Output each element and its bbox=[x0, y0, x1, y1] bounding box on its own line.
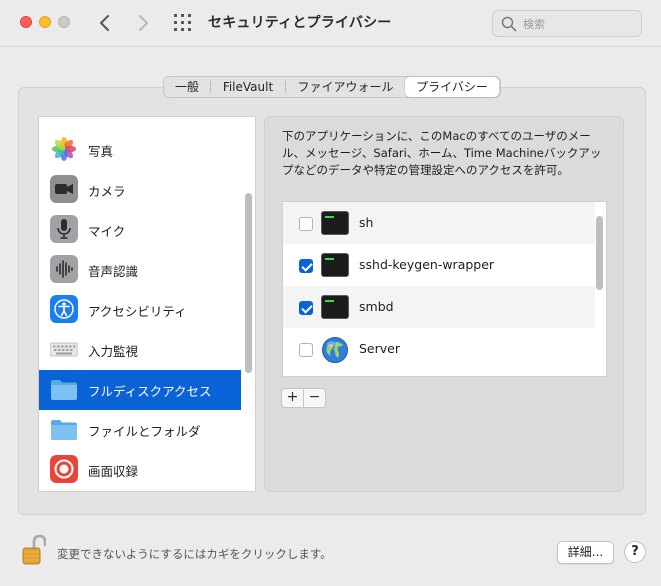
chevron-left-icon bbox=[100, 15, 109, 31]
terminal-icon bbox=[321, 295, 349, 319]
sidebar-item-accessibility[interactable]: アクセシビリティ bbox=[39, 290, 241, 330]
list-item[interactable] bbox=[39, 116, 241, 117]
add-app-button[interactable]: + bbox=[282, 389, 303, 407]
microphone-icon bbox=[50, 215, 78, 243]
table-row[interactable]: smbd bbox=[283, 286, 595, 328]
close-button[interactable] bbox=[20, 16, 32, 28]
remove-app-button[interactable]: − bbox=[304, 389, 325, 407]
sidebar-item-label: 画面収録 bbox=[88, 464, 139, 479]
folder-icon bbox=[51, 380, 77, 400]
sidebar-item-label: マイク bbox=[88, 224, 126, 239]
sidebar-item-label: 写真 bbox=[88, 144, 114, 159]
accessibility-icon bbox=[50, 295, 78, 323]
sidebar-item-full-disk-access[interactable]: フルディスクアクセス bbox=[39, 370, 241, 410]
sidebar-item-microphone[interactable]: マイク bbox=[39, 210, 241, 250]
table-row[interactable]: sshd-keygen-wrapper bbox=[283, 244, 595, 286]
app-checkbox[interactable] bbox=[299, 301, 313, 315]
table-row[interactable]: sh bbox=[283, 202, 595, 244]
lock-message: 変更できないようにするにはカギをクリックします。 bbox=[57, 547, 332, 561]
forward-button[interactable] bbox=[131, 10, 155, 36]
sidebar-item-label: カメラ bbox=[88, 184, 126, 199]
search-icon bbox=[501, 16, 517, 32]
sidebar-item-camera[interactable]: カメラ bbox=[39, 170, 241, 210]
lock-icon[interactable] bbox=[22, 534, 46, 566]
search-field[interactable]: 検索 bbox=[492, 10, 642, 37]
app-name: Server bbox=[359, 341, 400, 356]
sidebar-item-input-monitoring[interactable]: 入力監視 bbox=[39, 330, 241, 370]
help-button[interactable]: ? bbox=[624, 541, 646, 563]
tab-general[interactable]: 一般 bbox=[164, 77, 210, 97]
globe-icon bbox=[322, 337, 348, 363]
speech-recognition-icon bbox=[50, 255, 78, 283]
camera-icon bbox=[50, 175, 78, 203]
app-checkbox[interactable] bbox=[299, 343, 313, 357]
app-name: smbd bbox=[359, 299, 394, 314]
sidebar-item-label: ファイルとフォルダ bbox=[88, 424, 201, 439]
app-list[interactable]: sh sshd-keygen-wrapper smbd Server bbox=[282, 201, 607, 377]
window-title: セキュリティとプライバシー bbox=[208, 15, 392, 31]
table-row[interactable]: Server bbox=[283, 328, 595, 370]
sidebar-item-photos[interactable]: 写真 bbox=[39, 130, 241, 170]
details-button[interactable]: 詳細... bbox=[557, 541, 614, 564]
title-bar: セキュリティとプライバシー 検索 bbox=[0, 0, 661, 47]
add-remove-control: + − bbox=[281, 388, 326, 408]
photos-icon bbox=[50, 135, 78, 163]
keyboard-icon bbox=[50, 342, 78, 357]
sidebar-item-speech-recognition[interactable]: 音声認識 bbox=[39, 250, 241, 290]
tab-filevault[interactable]: FileVault bbox=[211, 77, 285, 97]
access-description: 下のアプリケーションに、このMacのすべてのユーザのメール、メッセージ、Safa… bbox=[282, 129, 602, 177]
app-name: sshd-keygen-wrapper bbox=[359, 257, 495, 272]
tab-privacy[interactable]: プライバシー bbox=[405, 77, 499, 97]
sidebar-item-label: 音声認識 bbox=[88, 264, 139, 279]
sidebar-item-screen-recording[interactable]: 画面収録 bbox=[39, 450, 241, 490]
search-placeholder: 検索 bbox=[523, 18, 545, 31]
chevron-right-icon bbox=[139, 15, 148, 31]
sidebar-scrollbar[interactable] bbox=[245, 193, 252, 373]
zoom-button[interactable] bbox=[58, 16, 70, 28]
back-button[interactable] bbox=[93, 10, 117, 36]
tab-bar: 一般 FileVault ファイアウォール プライバシー bbox=[163, 76, 501, 98]
show-all-grid-icon[interactable] bbox=[174, 14, 194, 32]
sidebar-item-label: アクセシビリティ bbox=[88, 304, 187, 319]
app-checkbox[interactable] bbox=[299, 259, 313, 273]
tab-firewall[interactable]: ファイアウォール bbox=[286, 77, 405, 97]
app-list-scrollbar[interactable] bbox=[596, 216, 603, 290]
sidebar-item-files-and-folders[interactable]: ファイルとフォルダ bbox=[39, 410, 241, 450]
privacy-category-list[interactable]: 写真 カメラ マイク 音声認識 アクセシビリティ 入力監視 フルディスクアクセス… bbox=[38, 116, 256, 492]
minimize-button[interactable] bbox=[39, 16, 51, 28]
preferences-window: セキュリティとプライバシー 検索 一般 FileVault ファイアウォール プ… bbox=[0, 0, 661, 586]
sidebar-item-label: フルディスクアクセス bbox=[88, 384, 212, 399]
screen-recording-icon bbox=[50, 455, 78, 483]
app-name: sh bbox=[359, 215, 374, 230]
terminal-icon bbox=[321, 253, 349, 277]
folder-icon bbox=[51, 420, 77, 440]
sidebar-item-label: 入力監視 bbox=[88, 344, 139, 359]
app-checkbox[interactable] bbox=[299, 217, 313, 231]
terminal-icon bbox=[321, 211, 349, 235]
